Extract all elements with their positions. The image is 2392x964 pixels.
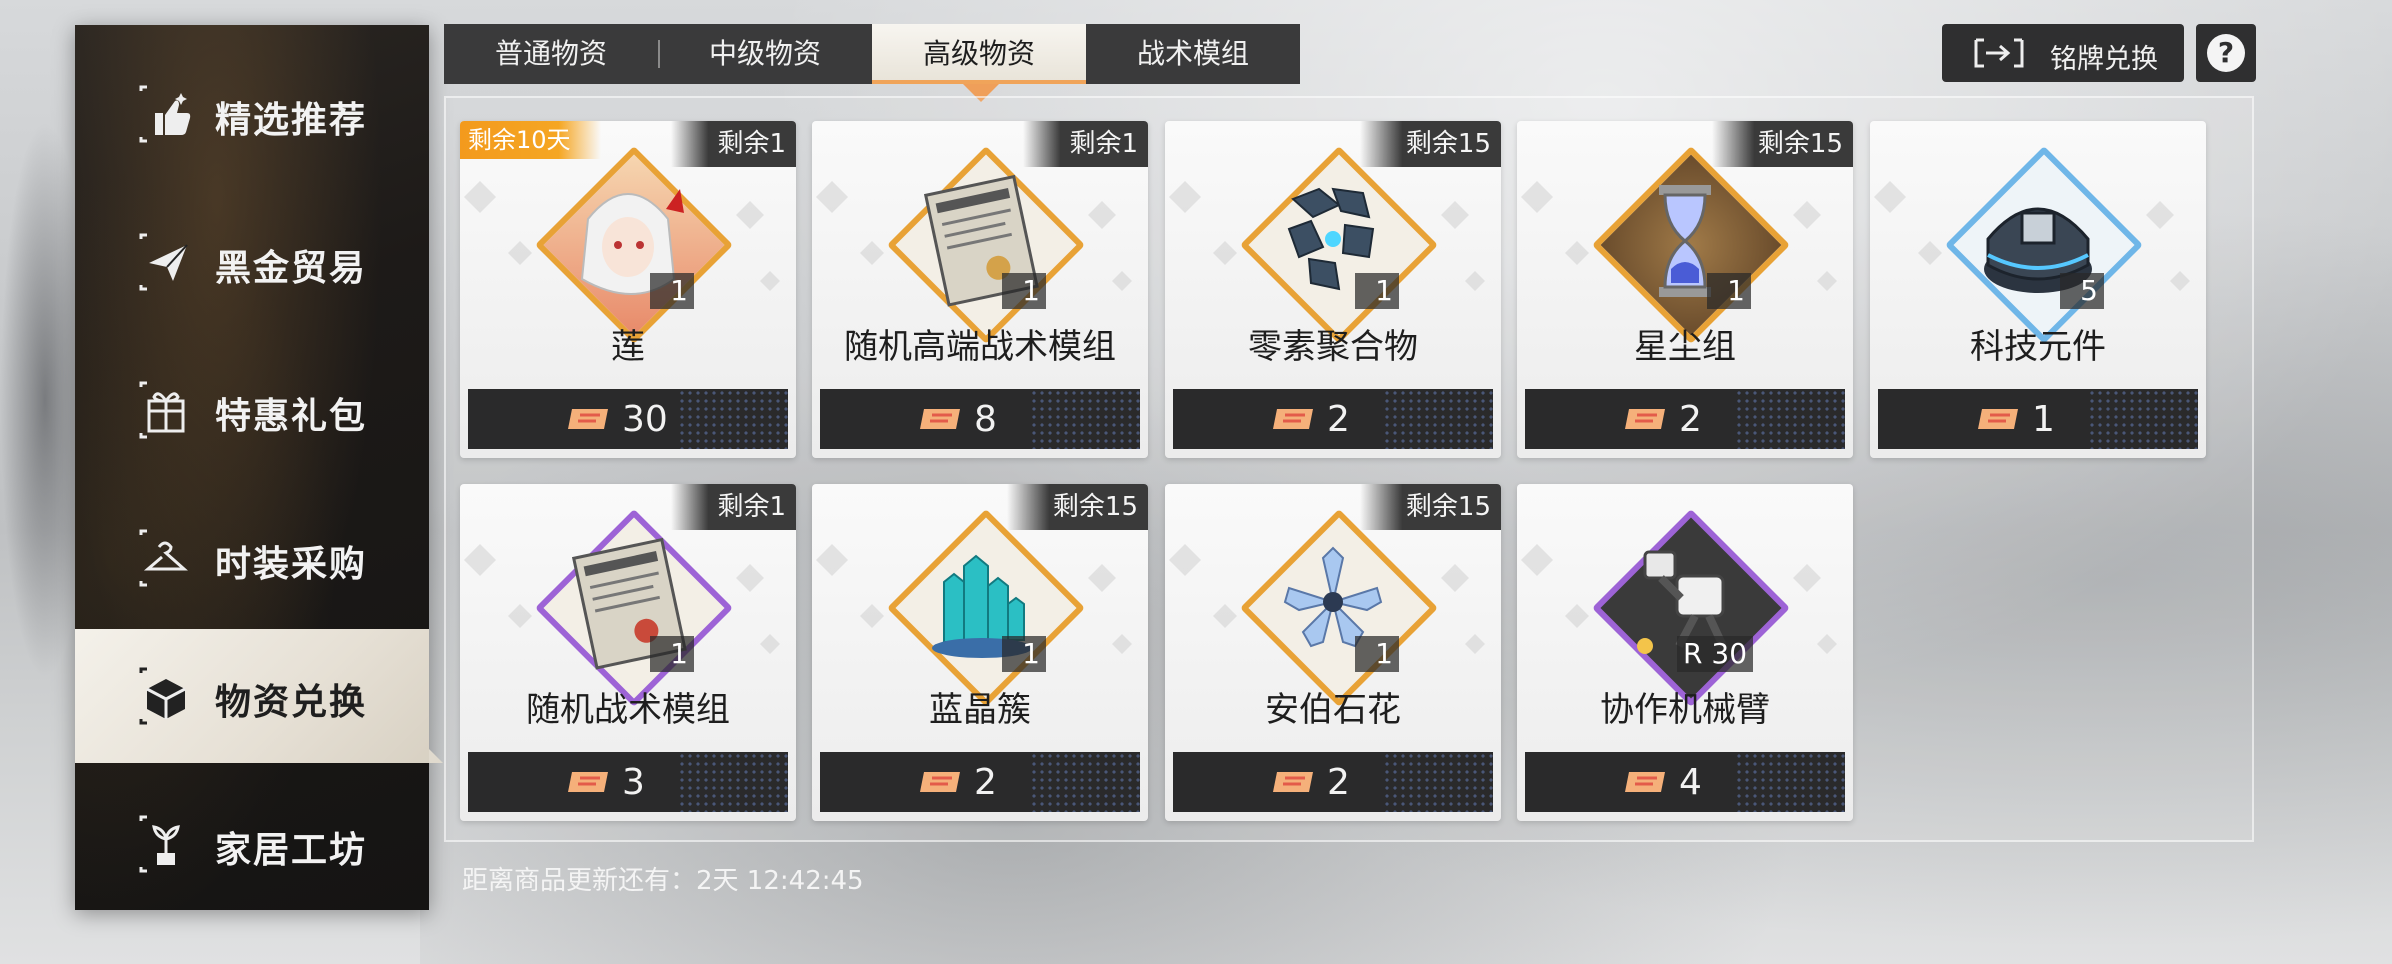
supply-box-icon <box>139 667 186 725</box>
shop-item-card[interactable]: 剩余15 1 零素聚合物 2 <box>1165 121 1501 458</box>
sidebar-item-featured[interactable]: 精选推荐 <box>75 47 429 181</box>
item-name: 安伯石花 <box>1265 690 1401 730</box>
ticket-icon <box>920 772 960 792</box>
item-name: 科技元件 <box>1970 327 2106 367</box>
sidebar-item-label: 特惠礼包 <box>215 396 368 437</box>
shop-item-card[interactable]: 剩余15 1 蓝晶簇 2 <box>812 484 1148 821</box>
item-quantity: 1 <box>650 636 694 672</box>
item-quantity: 1 <box>1355 273 1399 309</box>
shop-item-card[interactable]: R 30 协作机械臂 4 <box>1517 484 1853 821</box>
shop-item-card[interactable]: 剩余15 1 星尘组 2 <box>1517 121 1853 458</box>
shop-item-card[interactable]: 剩余1 1 随机高端战术模组 8 <box>812 121 1148 458</box>
price-bar: 2 <box>1173 752 1493 812</box>
sidebar-item-fashion[interactable]: 时装采购 <box>75 491 429 625</box>
sidebar-item-label: 家居工坊 <box>215 830 368 871</box>
help-button[interactable]: ? <box>2196 24 2256 82</box>
price-bar: 8 <box>820 389 1140 449</box>
days-left-badge: 剩余10天 <box>460 121 601 159</box>
shop-item-card[interactable]: 剩余1 1 随机战术模组 3 <box>460 484 796 821</box>
item-price: 2 <box>1327 762 1350 803</box>
item-quantity: 1 <box>1002 273 1046 309</box>
item-quantity: 1 <box>1707 273 1751 309</box>
sidebar-item-home-workshop[interactable]: 家居工坊 <box>75 777 429 911</box>
gift-box-icon <box>139 381 185 439</box>
ticket-icon <box>1625 409 1665 429</box>
sidebar: 精选推荐 黑金贸易 特惠礼包 时装采购 物资兑换 家居工坊 <box>75 25 443 911</box>
sidebar-item-special-packs[interactable]: 特惠礼包 <box>75 343 429 477</box>
ticket-icon <box>920 409 960 429</box>
sidebar-item-supply-exchange[interactable]: 物资兑换 <box>75 629 443 763</box>
sidebar-item-label: 黑金贸易 <box>215 248 368 289</box>
shop-item-card[interactable]: 剩余15 1 安伯石花 2 <box>1165 484 1501 821</box>
item-price: 3 <box>622 762 645 803</box>
sidebar-item-label: 精选推荐 <box>215 100 368 141</box>
price-bar: 30 <box>468 389 788 449</box>
quantity-value: 30 <box>1711 637 1748 670</box>
item-quantity: R 30 <box>1677 636 1754 672</box>
price-bar: 2 <box>1173 389 1493 449</box>
ticket-icon <box>1273 772 1313 792</box>
sidebar-item-label: 物资兑换 <box>215 682 368 723</box>
item-quantity: 1 <box>1002 636 1046 672</box>
item-name: 莲 <box>611 327 645 367</box>
price-bar: 2 <box>1525 389 1845 449</box>
item-price: 2 <box>1679 399 1702 440</box>
item-price: 30 <box>622 399 668 440</box>
ticket-icon <box>568 772 608 792</box>
tab-intermediate-supplies[interactable]: 中级物资 <box>658 24 872 84</box>
item-name: 协作机械臂 <box>1600 690 1770 730</box>
sidebar-item-black-gold-trade[interactable]: 黑金贸易 <box>75 195 429 329</box>
item-price: 2 <box>1327 399 1350 440</box>
quantity-prefix: R <box>1683 637 1703 670</box>
price-bar: 3 <box>468 752 788 812</box>
refresh-countdown: 距离商品更新还有：2天 12:42:45 <box>462 866 864 896</box>
item-name: 随机高端战术模组 <box>844 327 1116 367</box>
ticket-icon <box>1273 409 1313 429</box>
shop-item-card[interactable]: 5 科技元件 1 <box>1870 121 2206 458</box>
hanger-icon <box>139 529 188 587</box>
nameplate-exchange-icon <box>1974 38 2024 68</box>
tab-tactical-modules[interactable]: 战术模组 <box>1086 24 1300 84</box>
price-bar: 4 <box>1525 752 1845 812</box>
thumbs-up-icon <box>139 85 191 143</box>
item-name: 蓝晶簇 <box>929 690 1031 730</box>
nameplate-exchange-button[interactable]: 铭牌兑换 <box>1942 24 2184 82</box>
price-bar: 1 <box>1878 389 2198 449</box>
tab-advanced-supplies[interactable]: 高级物资 <box>872 24 1086 84</box>
item-quantity: 5 <box>2060 273 2104 309</box>
ticket-icon <box>568 409 608 429</box>
paper-plane-icon <box>139 233 188 291</box>
shop-item-card[interactable]: 剩余10天 剩余1 1 莲 30 <box>460 121 796 458</box>
item-price: 2 <box>974 762 997 803</box>
item-name: 零素聚合物 <box>1248 327 1418 367</box>
item-name: 星尘组 <box>1634 327 1736 367</box>
item-quantity: 1 <box>650 273 694 309</box>
item-price: 4 <box>1679 762 1702 803</box>
item-name: 随机战术模组 <box>526 690 730 730</box>
ticket-icon <box>1978 409 2018 429</box>
nameplate-exchange-label: 铭牌兑换 <box>2050 44 2158 75</box>
item-quantity: 1 <box>1355 636 1399 672</box>
item-price: 8 <box>974 399 997 440</box>
price-bar: 2 <box>820 752 1140 812</box>
plant-icon <box>139 815 180 873</box>
item-price: 1 <box>2032 399 2055 440</box>
tab-common-supplies[interactable]: 普通物资 <box>444 24 658 84</box>
sidebar-item-label: 时装采购 <box>215 544 368 585</box>
help-icon: ? <box>2207 34 2245 72</box>
tab-bar: 普通物资 中级物资 高级物资 战术模组 <box>444 24 1300 84</box>
ticket-icon <box>1625 772 1665 792</box>
